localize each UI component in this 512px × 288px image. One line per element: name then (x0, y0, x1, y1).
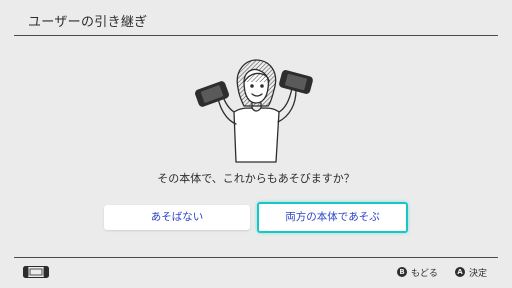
play-no-button[interactable]: あそばない (104, 205, 250, 230)
controller-icon (23, 266, 49, 278)
confirm-hint[interactable]: A 決定 (455, 266, 488, 279)
play-both-button[interactable]: 両方の本体であそぶ (257, 202, 408, 233)
page-title: ユーザーの引き継ぎ (28, 15, 148, 30)
header: ユーザーの引き継ぎ (0, 0, 512, 36)
a-button-icon: A (455, 267, 465, 277)
footer-divider (14, 257, 498, 258)
b-button-icon: B (397, 267, 407, 277)
confirm-label: 決定 (469, 268, 488, 279)
person-holding-consoles-illustration (195, 59, 313, 163)
back-hint[interactable]: B もどる (397, 266, 438, 279)
header-divider (14, 35, 498, 36)
question-text: その本体で、これからもあそびますか？ (157, 172, 355, 185)
back-label: もどる (411, 268, 438, 279)
